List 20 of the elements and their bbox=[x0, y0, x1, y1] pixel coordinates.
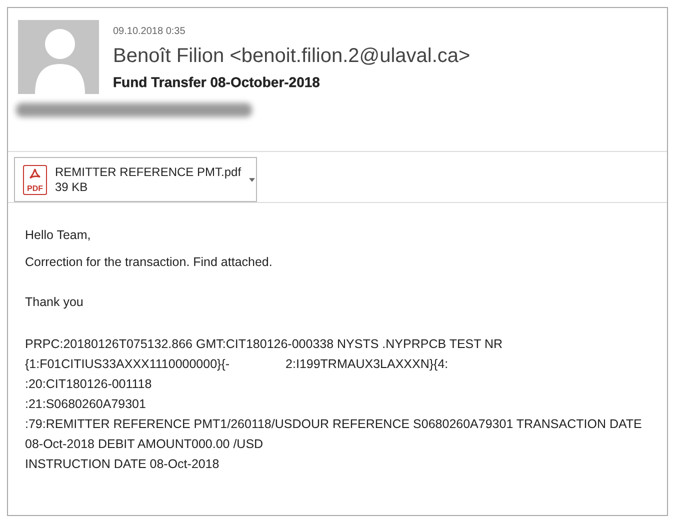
body-paragraph: Hello Team, bbox=[25, 227, 92, 243]
attachment-name: REMITTER REFERENCE PMT.pdf bbox=[55, 164, 242, 180]
attachment-size: 39 KB bbox=[55, 180, 89, 194]
message-text-line: :20:CIT180126-001118 bbox=[25, 376, 152, 393]
message-text-line: :21:S0680260A79301 bbox=[25, 396, 146, 413]
message-date: 09.10.2018 0:35 bbox=[113, 25, 186, 39]
message-text-line: 08-Oct-2018 DEBIT AMOUNT000.00 /USD bbox=[25, 436, 264, 453]
message-text-line: INSTRUCTION DATE 08-Oct-2018 bbox=[25, 456, 220, 473]
message-text-line: {1:F01CITIUS33AXXX1110000000}{- bbox=[25, 356, 230, 373]
message-text-line: 2:I199TRMAUX3LAXXXN}{4: bbox=[286, 356, 448, 373]
message-text-line: :79:REMITTER REFERENCE PMT1/260118/USDOUR REFERENCE S0680260A79301 TRANSACTION DATE bbox=[25, 416, 642, 433]
body-paragraph: Thank you bbox=[25, 294, 84, 310]
avatar-icon bbox=[15, 20, 99, 94]
message-text-line: PRPC:20180126T075132.866 GMT:CIT180126-000338 NYSTS .NYPRPCB TEST NR bbox=[25, 336, 503, 353]
attachment-chip[interactable]: PDF REMITTER REFERENCE PMT.pdf 39 KB bbox=[14, 157, 257, 202]
sender-name: Benoît Filion <benoit.filion.2@ulaval.ca> bbox=[113, 44, 470, 69]
body-paragraph: Correction for the transaction. Find attached. bbox=[25, 254, 274, 270]
pdf-file-icon: PDF bbox=[23, 164, 47, 194]
message-subject: Fund Transfer 08-October-2018 bbox=[113, 73, 321, 92]
caret-icon[interactable] bbox=[249, 178, 256, 182]
